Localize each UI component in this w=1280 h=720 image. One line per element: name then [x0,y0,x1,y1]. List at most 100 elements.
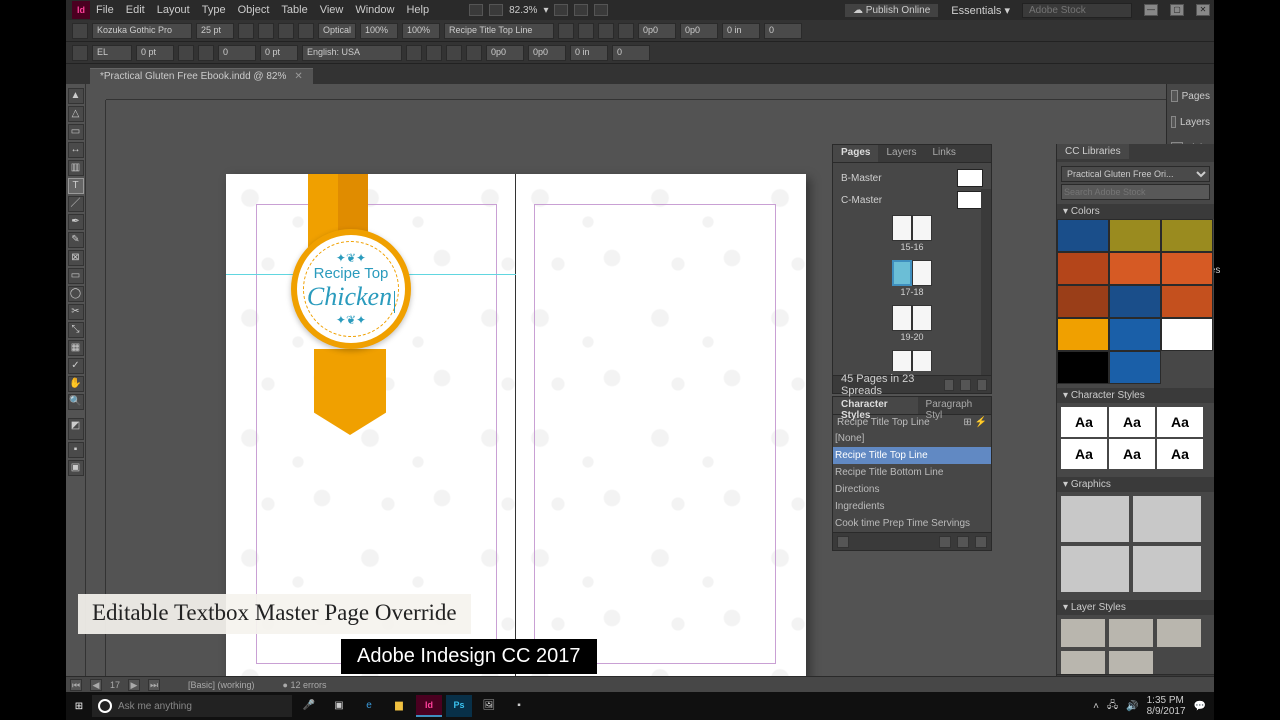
justify-all-icon[interactable] [446,45,462,61]
page-number-field[interactable]: 17 [110,680,120,690]
first-page-button[interactable]: ⏮ [70,679,82,691]
color-swatch[interactable] [1057,252,1109,285]
master-b-row[interactable]: B-Master [837,167,987,189]
layer-style-swatch[interactable] [1157,619,1201,647]
graphic-swatch[interactable] [1061,546,1129,592]
hscale-field[interactable]: 100% [402,23,440,39]
trash-icon[interactable] [975,536,987,548]
char-style-swatch[interactable]: Aa [1109,439,1155,469]
apply-color-icon[interactable]: ▪ [68,442,84,458]
tab-paragraph-styles[interactable]: Paragraph Styl [918,397,991,414]
color-swatch[interactable] [1057,318,1109,351]
direct-selection-tool[interactable]: △ [68,106,84,122]
tracking-field[interactable]: 0 [218,45,256,61]
recipe-title-main[interactable]: Chicken [307,282,392,311]
style-row[interactable]: Directions [833,481,991,498]
columns-field[interactable]: 0 [764,23,802,39]
gap-tool[interactable]: ↔ [68,142,84,158]
style-row[interactable]: Ingredients [833,498,991,515]
section-layer-styles[interactable]: ▾ Layer Styles [1057,600,1214,615]
align-center-icon[interactable] [578,23,594,39]
section-character-styles[interactable]: ▾ Character Styles [1057,388,1214,403]
tab-character-styles[interactable]: Character Styles [833,397,918,414]
char-style-swatch[interactable]: Aa [1109,407,1155,437]
hand-tool[interactable]: ✋ [68,376,84,392]
smallcaps-icon[interactable] [258,23,274,39]
font-size-field[interactable]: 25 pt [196,23,234,39]
view-mode-icon[interactable] [469,4,483,16]
edit-page-size-icon[interactable] [944,379,954,391]
color-swatch[interactable] [1161,285,1213,318]
color-swatch[interactable] [1057,285,1109,318]
next-page-button[interactable]: ▶ [128,679,140,691]
last-page-button[interactable]: ⏭ [148,679,160,691]
char-style-swatch[interactable]: Aa [1157,407,1203,437]
character-style-field[interactable]: Recipe Title Top Line [444,23,554,39]
style-row[interactable]: Recipe Title Top Line [833,447,991,464]
start-button[interactable]: ⊞ [70,697,88,715]
justify-all-icon[interactable] [426,45,442,61]
justify-icon[interactable] [618,23,634,39]
tray-chevron-icon[interactable]: ˄ [1093,701,1099,712]
library-dropdown[interactable]: Practical Gluten Free Ori... [1061,166,1210,182]
color-swatch[interactable] [1109,351,1161,384]
graphic-swatch[interactable] [1061,496,1129,542]
fill-stroke-proxy[interactable]: ◩ [68,418,84,440]
menu-help[interactable]: Help [406,2,429,18]
explorer-icon[interactable]: ▆ [386,695,412,717]
char-style-swatch[interactable]: Aa [1061,407,1107,437]
scissors-tool[interactable]: ✂ [68,304,84,320]
style-mapping-icon[interactable] [837,536,849,548]
thunder-icon[interactable]: ⚡ [975,417,987,428]
spread-thumb[interactable] [892,215,932,241]
tab-links[interactable]: Links [924,145,963,162]
app-icon[interactable]: ▪ [506,695,532,717]
menu-table[interactable]: Table [281,2,307,18]
kerning-field[interactable]: Optical [318,23,356,39]
spacing-field[interactable]: 0 in [570,45,608,61]
superscript-icon[interactable] [278,23,294,39]
arrange-icon[interactable] [594,4,608,16]
workspace-switcher[interactable]: Essentials ▾ [951,4,1010,17]
character-format-icon[interactable] [72,23,88,39]
spread-thumb[interactable] [892,350,932,371]
graphic-swatch[interactable] [1133,546,1201,592]
gradient-tool[interactable]: ▦ [68,340,84,356]
zoom-tool[interactable]: 🔍 [68,394,84,410]
menu-view[interactable]: View [320,2,344,18]
dock-pages[interactable]: Pages [1167,88,1214,104]
indent-field[interactable]: 0p0 [680,23,718,39]
photos-icon[interactable]: 🖼 [476,695,502,717]
maximize-button[interactable]: ▢ [1170,4,1184,16]
strikethrough-icon[interactable] [198,45,214,61]
menu-file[interactable]: File [96,2,114,18]
layer-style-swatch[interactable] [1061,619,1105,647]
chevron-down-icon[interactable]: ▾ [543,5,548,16]
free-transform-tool[interactable]: ⤡ [68,322,84,338]
arrange-icon[interactable] [554,4,568,16]
color-swatch[interactable] [1109,318,1161,351]
menu-object[interactable]: Object [238,2,270,18]
menu-type[interactable]: Type [202,2,226,18]
underline-icon[interactable] [298,23,314,39]
publish-online-button[interactable]: ☁ Publish Online [844,3,939,18]
selection-tool[interactable]: ▲ [68,88,84,104]
task-view-icon[interactable]: ▣ [326,695,352,717]
content-collector-tool[interactable]: ▥ [68,160,84,176]
new-style-icon[interactable] [957,536,969,548]
prev-page-button[interactable]: ◀ [90,679,102,691]
menu-layout[interactable]: Layout [157,2,190,18]
color-swatch[interactable] [1109,219,1161,252]
char-style-swatch[interactable]: Aa [1061,439,1107,469]
spacing-field[interactable]: 0 in [722,23,760,39]
type-tool[interactable]: T [68,178,84,194]
eyedropper-tool[interactable]: ✓ [68,358,84,374]
spread-thumb-active[interactable] [892,260,932,286]
color-swatch[interactable] [1057,219,1109,252]
page-tool[interactable]: ▭ [68,124,84,140]
edge-icon[interactable]: e [356,695,382,717]
subscript-icon[interactable] [178,45,194,61]
tab-cc-libraries[interactable]: CC Libraries [1057,144,1129,159]
style-none[interactable]: [None] [833,430,991,447]
color-swatch[interactable] [1057,351,1109,384]
